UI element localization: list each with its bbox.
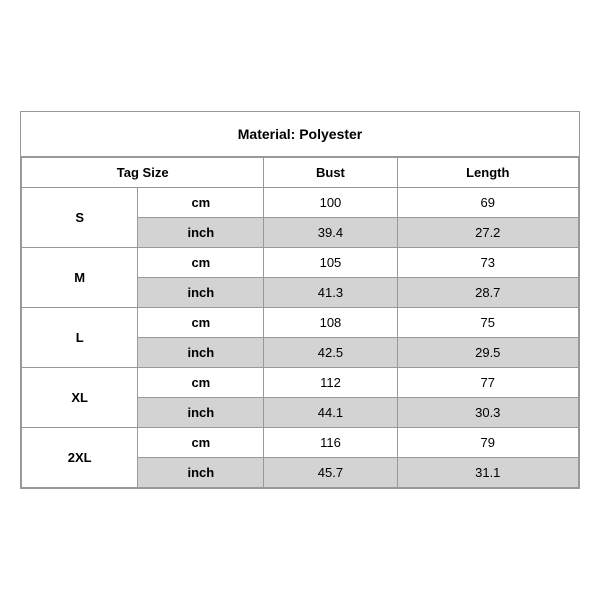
bust-cm: 108 — [264, 308, 397, 338]
tag-size-header: Tag Size — [22, 158, 264, 188]
unit-cm: cm — [138, 308, 264, 338]
material-title: Material: Polyester — [21, 112, 579, 157]
unit-inch: inch — [138, 338, 264, 368]
length-inch: 30.3 — [397, 398, 578, 428]
unit-inch: inch — [138, 458, 264, 488]
bust-cm: 112 — [264, 368, 397, 398]
table-row: Scm10069 — [22, 188, 579, 218]
unit-cm: cm — [138, 368, 264, 398]
length-cm: 77 — [397, 368, 578, 398]
length-header: Length — [397, 158, 578, 188]
bust-cm: 100 — [264, 188, 397, 218]
bust-cm: 116 — [264, 428, 397, 458]
table-row: Mcm10573 — [22, 248, 579, 278]
bust-inch: 41.3 — [264, 278, 397, 308]
length-cm: 73 — [397, 248, 578, 278]
size-cell-m: M — [22, 248, 138, 308]
bust-inch: 42.5 — [264, 338, 397, 368]
bust-inch: 39.4 — [264, 218, 397, 248]
length-inch: 31.1 — [397, 458, 578, 488]
length-cm: 75 — [397, 308, 578, 338]
size-cell-s: S — [22, 188, 138, 248]
unit-cm: cm — [138, 428, 264, 458]
bust-cm: 105 — [264, 248, 397, 278]
bust-header: Bust — [264, 158, 397, 188]
size-cell-2xl: 2XL — [22, 428, 138, 488]
size-chart-container: Material: Polyester Tag Size Bust Length… — [20, 111, 580, 489]
length-cm: 79 — [397, 428, 578, 458]
unit-inch: inch — [138, 278, 264, 308]
length-inch: 29.5 — [397, 338, 578, 368]
bust-inch: 44.1 — [264, 398, 397, 428]
header-row: Tag Size Bust Length — [22, 158, 579, 188]
table-row: Lcm10875 — [22, 308, 579, 338]
size-cell-xl: XL — [22, 368, 138, 428]
table-row: XLcm11277 — [22, 368, 579, 398]
length-cm: 69 — [397, 188, 578, 218]
unit-cm: cm — [138, 188, 264, 218]
length-inch: 28.7 — [397, 278, 578, 308]
unit-cm: cm — [138, 248, 264, 278]
unit-inch: inch — [138, 398, 264, 428]
bust-inch: 45.7 — [264, 458, 397, 488]
table-row: 2XLcm11679 — [22, 428, 579, 458]
unit-inch: inch — [138, 218, 264, 248]
length-inch: 27.2 — [397, 218, 578, 248]
size-table: Tag Size Bust Length Scm10069inch39.427.… — [21, 157, 579, 488]
size-cell-l: L — [22, 308, 138, 368]
